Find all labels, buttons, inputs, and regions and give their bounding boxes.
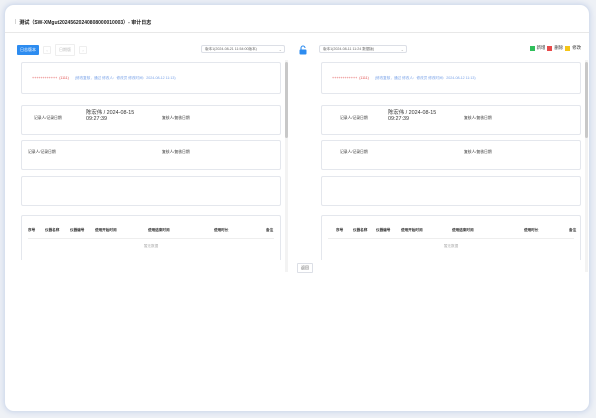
col-instrument-name: 仪器名称 (353, 228, 368, 232)
table-empty-text: 暂无数据 (143, 244, 159, 248)
title-divider (5, 32, 589, 33)
reviewer-label: 复核人/复核日期 (162, 150, 190, 154)
recorder-label: 记录人/记录日期 (340, 150, 368, 154)
right-scrollbar[interactable] (585, 60, 588, 272)
left-scrollbar[interactable] (285, 60, 288, 272)
log-id: (1111) (59, 76, 69, 80)
record-card-2: 记录人/记录日期 复核人/复核日期 (21, 140, 281, 170)
title-marker-icon: | (15, 19, 17, 25)
right-version-value: 版本1(2024-08-11 11:24 数据版) (323, 46, 375, 51)
log-description: (修改复核，通过 修改人：修改员 修改时间：2024-08-12 11:13) (374, 76, 476, 80)
col-remark: 备注 (569, 228, 577, 232)
col-instrument-id: 仪器编号 (70, 228, 85, 232)
audit-log-window: | 测试（SW-XMgut20245620240808000010003）- 审… (4, 4, 590, 412)
chevron-down-icon: ⌄ (400, 46, 404, 52)
legend-modified-label: 修改 (572, 45, 581, 50)
reviewer-label: 复核人/复核日期 (464, 150, 492, 154)
table-divider (328, 238, 574, 239)
log-card: ++++++++++++ (1111) (修改复核，通过 修改人：修改员 修改时… (21, 62, 281, 94)
log-card: ++++++++++++ (1111) (修改复核，通过 修改人：修改员 修改时… (321, 62, 581, 94)
empty-card (321, 176, 581, 206)
empty-card (21, 176, 281, 206)
window-title: 测试（SW-XMgut20245620240808000010003）- 审计日… (19, 19, 152, 26)
recorder-label: 记录人/记录日期 (34, 116, 62, 120)
col-instrument-id: 仪器编号 (376, 228, 391, 232)
log-version-button[interactable]: 日志版本 (17, 45, 39, 55)
instrument-table: 序号 仪器名称 仪器编号 使用开始时间 使用结束时间 使用时长 备注 暂无数据 (21, 215, 281, 260)
left-scrollbar-thumb[interactable] (285, 62, 288, 138)
reviewer-label: 复核人/复核日期 (464, 116, 492, 120)
right-version-select[interactable]: 版本1(2024-08-11 11:24 数据版) ⌄ (319, 45, 407, 53)
col-end-time: 使用结束时间 (148, 228, 170, 232)
right-scrollbar-thumb[interactable] (585, 62, 588, 138)
sync-scroll-lock-icon[interactable] (298, 45, 308, 55)
recorder-value: 陈宏伟 / 2024-08-15 09:27:39 (86, 110, 135, 122)
recorder-label: 记录人/记录日期 (340, 116, 368, 120)
legend-deleted-swatch (547, 45, 553, 51)
log-line: ++++++++++++ (1111) (修改复核，通过 修改人：修改员 修改时… (32, 76, 176, 81)
left-compare-panel: ++++++++++++ (1111) (修改复核，通过 修改人：修改员 修改时… (21, 60, 283, 260)
chevron-down-icon: ⌄ (278, 46, 282, 52)
table-divider (28, 238, 274, 239)
col-duration: 使用时长 (524, 228, 539, 232)
record-card-2: 记录人/记录日期 复核人/复核日期 (321, 140, 581, 170)
table-header: 序号 仪器名称 仪器编号 使用开始时间 使用结束时间 使用时长 备注 (28, 226, 278, 234)
date-version-button[interactable]: 日期版 (55, 44, 75, 56)
toolbar: 日志版本 ‹ 日期版 › (17, 44, 87, 56)
log-name: ++++++++++++ (32, 76, 58, 80)
record-card: 记录人/记录日期 陈宏伟 / 2024-08-15 09:27:39 复核人/复… (321, 105, 581, 135)
back-button[interactable]: 返回 (297, 263, 313, 273)
col-duration: 使用时长 (214, 228, 229, 232)
prev-icon[interactable]: ‹ (43, 46, 51, 54)
table-header: 序号 仪器名称 仪器编号 使用开始时间 使用结束时间 使用时长 备注 (328, 226, 578, 234)
next-icon[interactable]: › (79, 46, 87, 54)
recorder-value: 陈宏伟 / 2024-08-15 09:27:39 (388, 110, 437, 122)
log-line: ++++++++++++ (1111) (修改复核，通过 修改人：修改员 修改时… (332, 76, 476, 81)
record-card: 记录人/记录日期 陈宏伟 / 2024-08-15 09:27:39 复核人/复… (21, 105, 281, 135)
reviewer-label: 复核人/复核日期 (162, 116, 190, 120)
log-name: ++++++++++++ (332, 76, 358, 80)
table-empty-text: 暂无数据 (443, 244, 459, 248)
log-description: (修改复核，通过 修改人：修改员 修改时间：2024-08-12 11:13) (74, 76, 176, 80)
col-start-time: 使用开始时间 (95, 228, 117, 232)
col-index: 序号 (336, 228, 344, 232)
col-instrument-name: 仪器名称 (45, 228, 60, 232)
col-end-time: 使用结束时间 (452, 228, 474, 232)
right-compare-panel: ++++++++++++ (1111) (修改复核，通过 修改人：修改员 修改时… (321, 60, 583, 260)
left-version-select[interactable]: 版本1(2024-08-21 11:54:00版本) ⌄ (201, 45, 285, 53)
col-remark: 备注 (266, 228, 274, 232)
col-start-time: 使用开始时间 (401, 228, 423, 232)
instrument-table: 序号 仪器名称 仪器编号 使用开始时间 使用结束时间 使用时长 备注 暂无数据 (321, 215, 581, 260)
diff-legend: 新增 删除 修改 (529, 45, 581, 51)
legend-added-label: 新增 (536, 45, 546, 50)
window-title-bar: | 测试（SW-XMgut20245620240808000010003）- 审… (15, 18, 151, 26)
left-version-value: 版本1(2024-08-21 11:54:00版本) (205, 46, 257, 51)
legend-modified-swatch (565, 45, 571, 51)
log-id: (1111) (359, 76, 369, 80)
col-index: 序号 (28, 228, 36, 232)
recorder-label: 记录人/记录日期 (28, 150, 56, 154)
legend-deleted-label: 删除 (554, 45, 564, 50)
legend-added-swatch (529, 45, 535, 51)
